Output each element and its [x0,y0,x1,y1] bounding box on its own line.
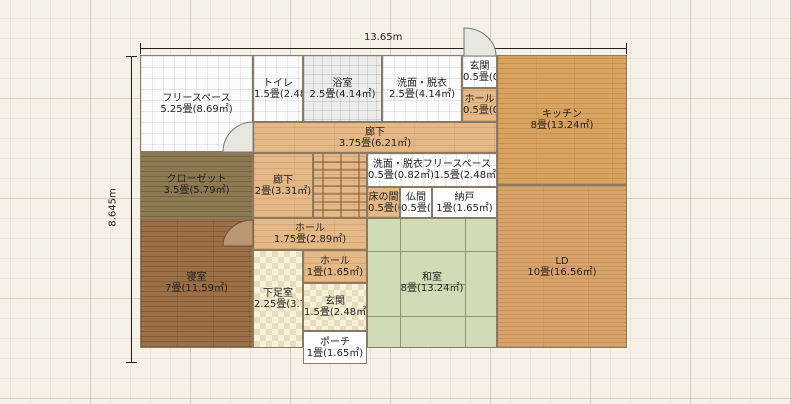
tatami-seam [400,316,401,347]
entrance-door-swing-icon [463,27,497,57]
height-dimension-tick-bottom [126,362,137,363]
room-porch[interactable]: ポーチ 1畳(1.65㎡) [303,331,367,364]
tatami-seam [368,316,496,317]
room-corridor-small[interactable]: 廊下 2畳(3.31㎡) [253,153,313,218]
room-tokonoma[interactable]: 床の間0.5畳(0.82㎡) [367,187,400,218]
room-japanese-room[interactable]: 和室 8畳(13.24㎡) [367,218,497,348]
height-dimension-tick-top [126,56,137,57]
room-toilet[interactable]: トイレ1.5畳(2.48㎡) [253,55,303,122]
room-corridor-main[interactable]: 廊下 3.75畳(6.21㎡) [253,122,497,153]
door-swing-icon [222,121,254,153]
stairs-icon [314,154,366,217]
width-dimension-tick-right [626,43,627,54]
room-kitchen[interactable]: キッチン 8畳(13.24㎡) [497,55,627,185]
staircase [313,153,367,218]
width-dimension-line [140,48,627,49]
room-bath[interactable]: 浴室 2.5畳(4.14㎡) [303,55,382,122]
tatami-seam [465,316,466,347]
room-storage[interactable]: 納戸 1畳(1.65㎡) [432,187,497,218]
room-ld[interactable]: LD 10畳(16.56㎡) [497,185,627,348]
room-washroom-free-space[interactable]: 洗面・脱衣フリースペース 0.5畳(0.82㎡)1.5畳(2.48㎡) [367,153,497,187]
floor-plan-canvas: 13.65m 8.645m フリースペース 5.25畳(8.69㎡) トイレ 1.5… [0,0,791,404]
tatami-seam [368,251,496,252]
room-butsuma[interactable]: 仏間0.5畳(0.82㎡) [400,187,432,218]
room-hall-lower[interactable]: ホール 1畳(1.65㎡) [303,250,367,283]
door-swing-icon [222,219,254,247]
tatami-seam [400,219,401,251]
width-dimension-tick-left [140,43,141,54]
room-hall-mid[interactable]: ホール 1.75畳(2.89㎡) [253,218,367,250]
room-entrance-small[interactable]: 玄関0.5畳(0.82㎡) [462,55,497,88]
height-dimension-line [131,56,132,363]
room-washroom[interactable]: 洗面・脱衣 2.5畳(4.14㎡) [382,55,462,122]
room-closet[interactable]: クローゼット 3.5畳(5.79㎡) [140,152,253,218]
room-entrance-main[interactable]: 玄関 1.5畳(2.48㎡) [303,283,367,331]
height-dimension-label: 8.645m [107,188,119,227]
tatami-seam [465,219,466,251]
room-shoe-room[interactable]: 下足室2.25畳(3.72㎡) [253,250,303,348]
width-dimension-label: 13.65m [364,32,403,43]
room-hall-small[interactable]: ホール0.5畳(0.82㎡) [462,88,497,122]
